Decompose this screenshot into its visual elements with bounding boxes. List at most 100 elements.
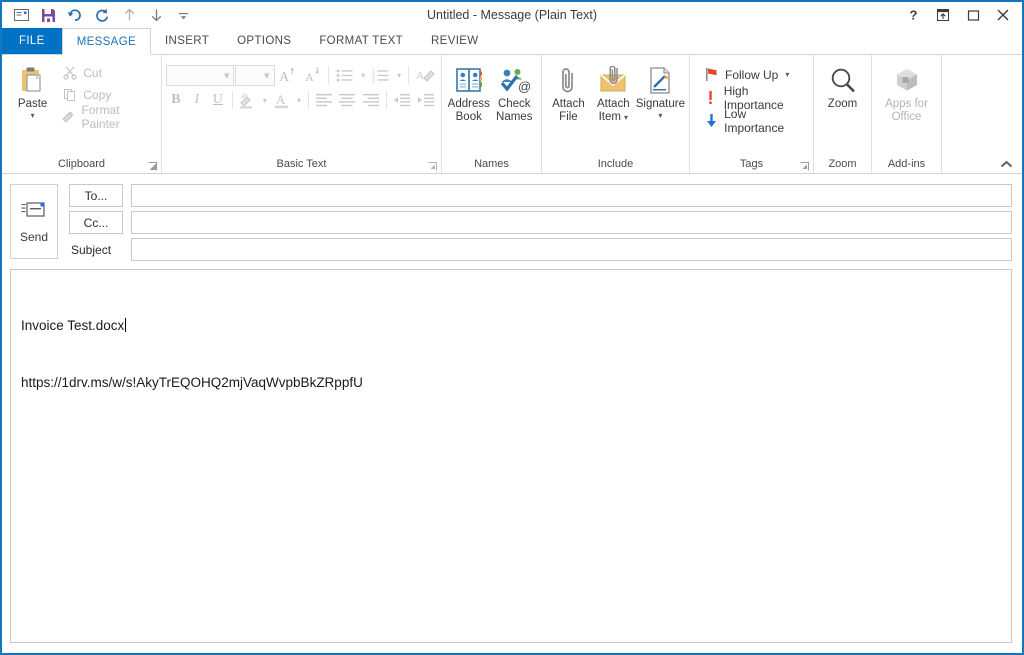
scissors-icon [61,64,78,81]
group-label-clipboard: Clipboard [2,156,161,173]
clear-formatting-icon[interactable]: A [413,64,437,86]
underline-button[interactable]: U [208,89,228,111]
zoom-label: Zoom [828,98,857,111]
align-center-icon[interactable] [336,89,359,111]
recipient-fields: To... Cc... Subject [58,184,1012,269]
message-icon[interactable] [9,4,33,26]
highlight-caret-icon[interactable]: ▾ [260,96,270,105]
ribbon-group-zoom: Zoom Zoom [814,55,872,173]
font-name-combo[interactable]: ▾ [166,65,234,86]
ribbon-group-tags: Follow Up ▾ High Importance [690,55,814,173]
check-names-button[interactable]: @ Check Names [492,60,538,124]
clipboard-dialog-launcher-icon[interactable] [148,162,157,171]
redo-icon[interactable] [90,4,114,26]
apps-for-office-label-2: Office [892,111,922,124]
cut-button[interactable]: Cut [57,62,157,83]
font-color-caret-icon[interactable]: ▾ [294,96,304,105]
subject-input[interactable] [131,238,1012,261]
follow-up-caret-icon[interactable]: ▾ [785,71,789,79]
send-button[interactable]: Send [10,184,58,259]
attach-item-button[interactable]: Attach Item ▾ [591,60,636,124]
tab-insert[interactable]: INSERT [151,28,223,54]
shrink-font-icon[interactable]: A [300,64,324,86]
tab-options[interactable]: OPTIONS [223,28,305,54]
apps-for-office-label-1: Apps for [885,98,928,111]
attach-file-label-2: File [559,111,578,124]
close-icon[interactable] [988,3,1018,27]
tab-file[interactable]: FILE [2,28,62,54]
clipboard-commands: Cut Copy [57,60,157,127]
svg-text:A: A [416,70,424,82]
underline-label: U [213,92,223,108]
font-color-icon[interactable]: A [271,89,294,111]
customize-icon[interactable] [171,4,195,26]
attach-item-caret-icon[interactable]: ▾ [624,114,628,122]
increase-indent-icon[interactable] [415,89,438,111]
previous-item-icon[interactable] [117,4,141,26]
low-importance-label: Low Importance [724,107,805,135]
low-importance-button[interactable]: Low Importance [699,110,809,131]
signature-caret-icon[interactable]: ▾ [658,112,662,120]
high-importance-button[interactable]: High Importance [699,87,809,108]
signature-label-1: Signature [636,98,685,111]
zoom-button[interactable]: Zoom [818,60,867,111]
apps-for-office-button[interactable]: Apps for Office [880,60,934,124]
tab-message[interactable]: MESSAGE [62,28,151,55]
basic-text-row-2: B I U ab [166,89,437,111]
address-book-label-2: Book [456,111,482,124]
basic-text-dialog-launcher-icon[interactable] [428,162,437,171]
group-label-addins: Add-ins [872,156,941,173]
italic-button[interactable]: I [187,89,207,111]
cut-label: Cut [83,66,102,80]
tab-format-text[interactable]: FORMAT TEXT [305,28,417,54]
title-bar: Untitled - Message (Plain Text) ? [2,2,1022,28]
cc-button[interactable]: Cc... [69,211,123,234]
svg-text:?: ? [909,8,917,22]
bullets-caret-icon[interactable]: ▾ [358,71,368,80]
paste-caret[interactable]: ▾ [31,112,35,120]
attach-file-button[interactable]: Attach File [546,60,591,124]
to-button[interactable]: To... [69,184,123,207]
ribbon-group-addins: Apps for Office Add-ins [872,55,942,173]
format-painter-icon [61,108,76,125]
ribbon: Paste ▾ Cut [2,55,1022,174]
cc-input[interactable] [131,211,1012,234]
down-arrow-icon [703,112,719,129]
bold-button[interactable]: B [166,89,186,111]
paperclip-icon [555,64,581,98]
message-body-input[interactable]: Invoice Test.docx https://1drv.ms/w/s!Ak… [10,269,1012,643]
numbering-icon[interactable]: 1 2 3 [369,64,393,86]
maximize-icon[interactable] [958,3,988,27]
svg-text:A: A [276,92,286,107]
check-names-icon: @ [498,64,530,98]
format-painter-button[interactable]: Format Painter [57,106,157,127]
help-icon[interactable]: ? [898,3,928,27]
undo-icon[interactable] [63,4,87,26]
group-label-basic-text: Basic Text [162,156,441,173]
to-input[interactable] [131,184,1012,207]
address-book-button[interactable]: Address Book [446,60,492,124]
paste-button[interactable]: Paste ▾ [8,60,57,120]
align-right-icon[interactable] [360,89,383,111]
follow-up-button[interactable]: Follow Up ▾ [699,64,809,85]
numbering-caret-icon[interactable]: ▾ [394,71,404,80]
next-item-icon[interactable] [144,4,168,26]
decrease-indent-icon[interactable] [391,89,414,111]
tags-dialog-launcher-icon[interactable] [800,162,809,171]
signature-button[interactable]: Signature ▾ [636,60,685,120]
font-size-combo[interactable]: ▾ [235,65,274,86]
ribbon-group-include: Attach File Attach Item ▾ [542,55,690,173]
collapse-ribbon-icon[interactable] [998,156,1014,172]
save-icon[interactable] [36,4,60,26]
text-highlight-color-icon[interactable]: ab [237,89,260,111]
tab-review[interactable]: REVIEW [417,28,492,54]
bullets-icon[interactable] [333,64,357,86]
address-book-icon [454,64,484,98]
align-left-icon[interactable] [313,89,336,111]
format-painter-label: Format Painter [82,103,153,131]
ribbon-display-options-icon[interactable] [928,3,958,27]
compose-header: Send To... Cc... Subject [2,174,1022,269]
send-envelope-icon [21,200,47,223]
grow-font-icon[interactable]: A [276,64,300,86]
copy-label: Copy [83,88,111,102]
